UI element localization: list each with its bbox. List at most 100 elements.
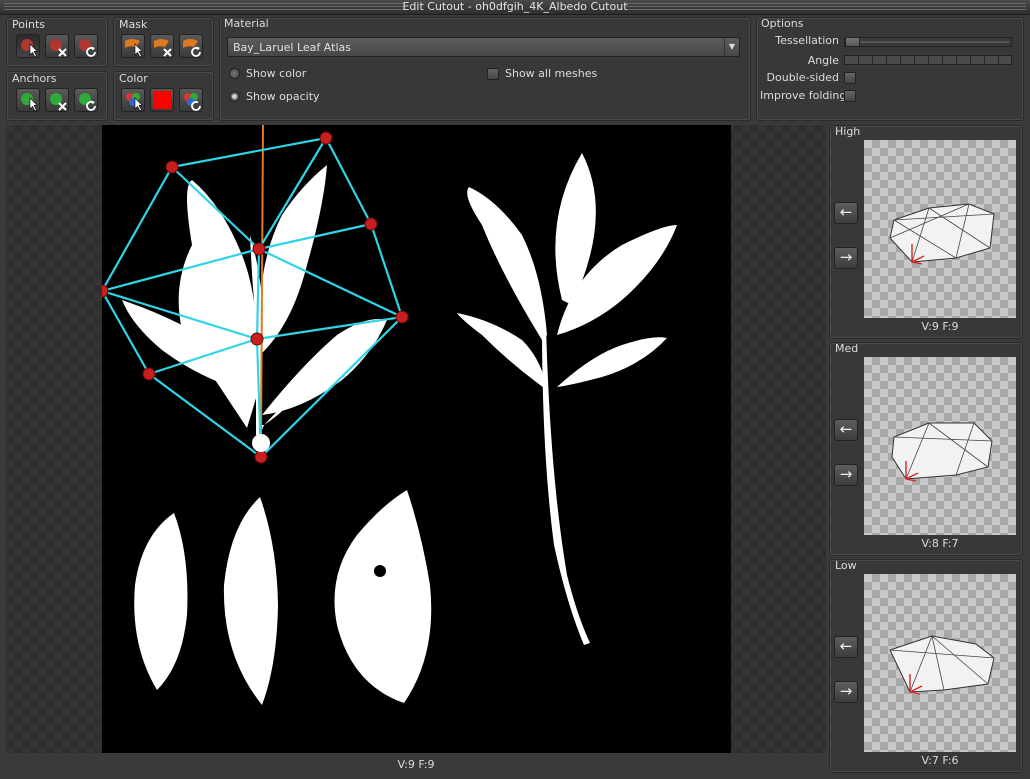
arrow-left-icon: ←	[839, 420, 853, 438]
color-reset-button[interactable]	[179, 88, 203, 112]
arrow-right-icon: →	[839, 248, 853, 266]
vertex-handle[interactable]	[250, 332, 264, 346]
vertex-handle[interactable]	[395, 310, 409, 324]
show-color-radio[interactable]	[229, 68, 240, 79]
points-panel: Points	[6, 17, 108, 67]
lod-high-preview[interactable]	[864, 140, 1016, 318]
options-label: Options	[761, 17, 804, 30]
leaf-shape	[134, 513, 188, 690]
vertex-handle[interactable]	[165, 160, 179, 174]
lod-med-mesh	[891, 422, 993, 482]
arrow-left-icon: ←	[839, 637, 853, 655]
lod-low-prev-button[interactable]: ←	[834, 636, 858, 658]
point-reset-button[interactable]	[74, 34, 98, 58]
show-color-label: Show color	[246, 67, 307, 80]
anchors-panel: Anchors	[6, 71, 108, 121]
tessellation-label: Tessellation	[775, 34, 839, 47]
tessellation-slider[interactable]	[844, 37, 1012, 47]
anchor-reset-icon	[79, 93, 96, 111]
vertex-handle[interactable]	[95, 284, 109, 298]
color-label: Color	[119, 72, 148, 85]
anchor-delete-button[interactable]	[45, 88, 69, 112]
mask-reset-button[interactable]	[179, 34, 203, 58]
lod-med-preview[interactable]	[864, 357, 1016, 535]
lod-med-next-button[interactable]: →	[834, 464, 858, 486]
cutout-image	[95, 124, 677, 705]
lod-high-mesh	[889, 203, 995, 265]
point-reset-icon	[79, 39, 96, 57]
mask-select-button[interactable]	[121, 34, 145, 58]
vertex-handle[interactable]	[364, 217, 378, 231]
vertex-handle[interactable]	[254, 450, 268, 464]
arrow-right-icon: →	[839, 682, 853, 700]
lod-panel-low: Low ← → V:7 F:6	[829, 559, 1023, 773]
anchor-delete-icon	[50, 93, 67, 111]
leaf-shape	[334, 490, 432, 703]
leaf-hole	[374, 565, 386, 577]
tessellation-handle[interactable]	[845, 37, 860, 47]
double-sided-checkbox[interactable]	[844, 72, 856, 84]
lod-panel-med: Med ← → V:8 F:7	[829, 342, 1023, 556]
double-sided-label: Double-sided	[766, 71, 839, 84]
show-opacity-radio-dot	[232, 94, 237, 99]
anchor-reset-button[interactable]	[74, 88, 98, 112]
arrow-left-icon: ←	[839, 203, 853, 221]
mask-panel: Mask	[113, 17, 214, 67]
show-opacity-label: Show opacity	[246, 90, 320, 103]
lod-high-stats: V:9 F:9	[921, 320, 959, 333]
tessellation-track	[855, 41, 1009, 43]
material-select[interactable]: Bay_Laruel Leaf Atlas ▼	[227, 37, 740, 57]
color-swatch	[153, 91, 171, 109]
mask-delete-button[interactable]	[150, 34, 174, 58]
color-picker-button[interactable]	[121, 88, 145, 112]
improve-folding-label: Improve folding	[760, 89, 847, 102]
improve-folding-checkbox[interactable]	[844, 90, 856, 102]
window-title: Edit Cutout - oh0dfgih_4K_Albedo Cutout	[402, 0, 628, 13]
color-reset-icon	[184, 93, 201, 111]
lod-panel-high: High ← → V:9 F:9	[829, 125, 1023, 339]
anchor-select-icon	[21, 93, 38, 112]
points-label: Points	[12, 18, 46, 31]
mask-delete-icon	[154, 39, 172, 57]
point-delete-icon	[50, 39, 67, 57]
show-all-meshes-checkbox[interactable]	[487, 68, 499, 80]
lod-low-preview[interactable]	[864, 574, 1016, 752]
lod-high-prev-button[interactable]: ←	[834, 202, 858, 224]
lod-low-stats: V:7 F:6	[921, 754, 959, 767]
lod-low-mesh	[889, 635, 995, 695]
lod-high-next-button[interactable]: →	[834, 247, 858, 269]
color-swatch-button[interactable]	[150, 88, 174, 112]
show-opacity-radio[interactable]	[229, 91, 240, 102]
lod-med-prev-button[interactable]: ←	[834, 419, 858, 441]
point-select-icon	[21, 39, 38, 58]
viewport-stats: V:9 F:9	[397, 758, 435, 771]
title-bar: Edit Cutout - oh0dfgih_4K_Albedo Cutout	[0, 0, 1030, 15]
leaf-shape	[262, 319, 387, 415]
cutout-canvas[interactable]	[95, 124, 731, 753]
angle-slider[interactable]	[844, 55, 1012, 65]
lod-low-label: Low	[835, 559, 857, 572]
mask-brush-icon	[125, 39, 143, 58]
lod-low-next-button[interactable]: →	[834, 681, 858, 703]
show-all-meshes-label: Show all meshes	[505, 67, 598, 80]
vertex-handle[interactable]	[142, 367, 156, 381]
pivot-line	[260, 124, 264, 446]
vertex-handle[interactable]	[319, 131, 333, 145]
chevron-down-icon[interactable]: ▼	[724, 38, 739, 56]
point-delete-button[interactable]	[45, 34, 69, 58]
vertex-handle[interactable]	[252, 242, 266, 256]
material-select-value: Bay_Laruel Leaf Atlas	[233, 41, 351, 54]
lod-high-label: High	[835, 125, 861, 138]
anchor-select-button[interactable]	[16, 88, 40, 112]
anchors-label: Anchors	[12, 72, 57, 85]
leaf-shape	[467, 187, 547, 340]
mask-label: Mask	[119, 18, 148, 31]
point-select-button[interactable]	[16, 34, 40, 58]
anchor-point[interactable]	[252, 434, 270, 452]
leaf-shape	[223, 497, 278, 705]
lod-med-label: Med	[835, 342, 859, 355]
lod-med-stats: V:8 F:7	[921, 537, 959, 550]
arrow-right-icon: →	[839, 465, 853, 483]
leaf-shape	[557, 337, 667, 387]
options-panel	[756, 17, 1024, 121]
